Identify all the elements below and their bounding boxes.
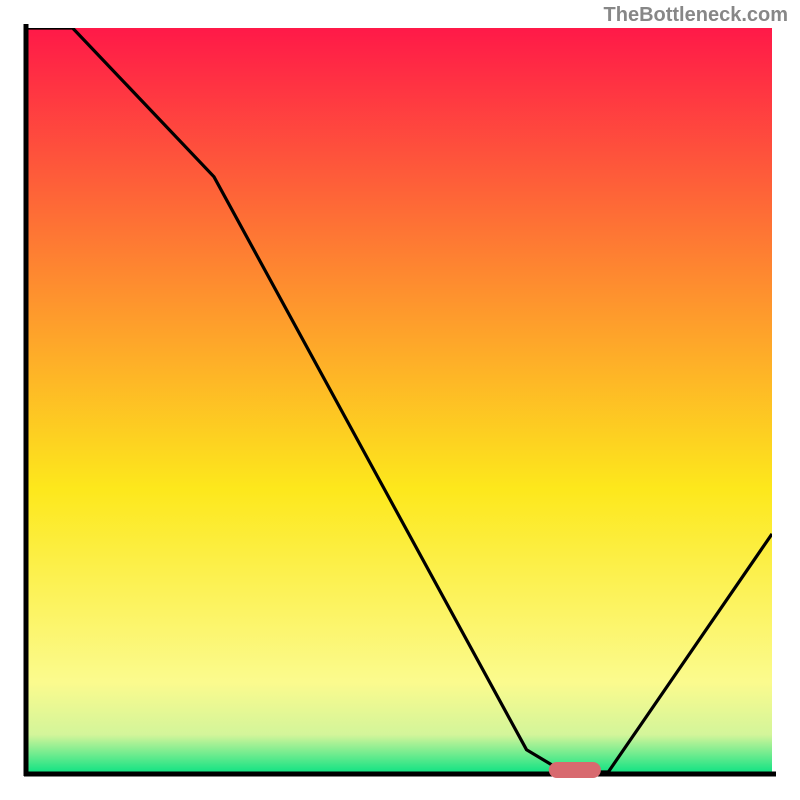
chart-container: TheBottleneck.com (0, 0, 800, 800)
watermark-label: TheBottleneck.com (604, 4, 788, 27)
plot-background (28, 28, 772, 772)
bottleneck-curve-chart (0, 0, 800, 800)
optimum-marker (549, 762, 601, 778)
